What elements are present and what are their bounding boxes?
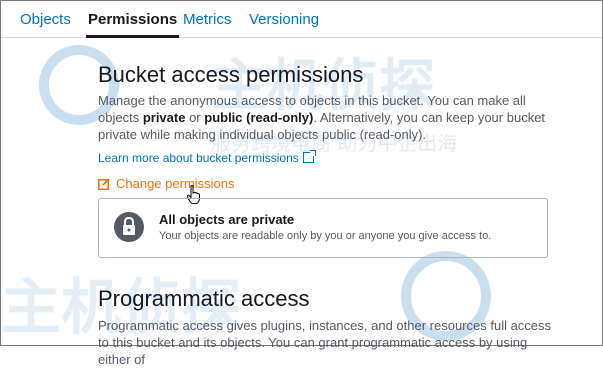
permission-status-box: All objects are private Your objects are… bbox=[98, 198, 548, 258]
bucket-access-title: Bucket access permissions bbox=[98, 62, 364, 87]
change-permissions-button[interactable]: Change permissions bbox=[98, 176, 235, 191]
tab-objects-label: Objects bbox=[20, 11, 71, 28]
tab-permissions-label: Permissions bbox=[88, 11, 178, 28]
programmatic-access-title: Programmatic access bbox=[98, 286, 310, 311]
programmatic-access-description: Programmatic access gives plugins, insta… bbox=[98, 318, 552, 367]
learn-more-link[interactable]: Learn more about bucket permissions bbox=[98, 150, 316, 165]
learn-more-label: Learn more about bucket permissions bbox=[98, 151, 299, 165]
active-tab-indicator bbox=[86, 35, 180, 38]
bucket-access-description: Manage the anonymous access to objects i… bbox=[98, 92, 558, 143]
tab-bar: Objects Permissions Metrics Versioning bbox=[1, 1, 602, 38]
desc-text-2: or bbox=[185, 110, 205, 125]
desc-bold-private: private bbox=[142, 110, 186, 125]
tab-metrics[interactable]: Metrics bbox=[183, 11, 231, 28]
tab-objects[interactable]: Objects bbox=[20, 11, 71, 28]
status-description: Your objects are readable only by you or… bbox=[159, 230, 492, 242]
change-permissions-label: Change permissions bbox=[116, 176, 235, 191]
status-title: All objects are private bbox=[159, 212, 295, 227]
edit-icon bbox=[98, 178, 110, 190]
lock-icon bbox=[114, 212, 144, 242]
tab-metrics-label: Metrics bbox=[183, 11, 232, 28]
tab-versioning-label: Versioning bbox=[249, 11, 320, 28]
desc-bold-public: public (read-only) bbox=[204, 110, 314, 125]
tab-permissions[interactable]: Permissions bbox=[86, 11, 180, 38]
external-link-icon bbox=[302, 150, 316, 163]
tab-versioning[interactable]: Versioning bbox=[249, 11, 319, 28]
